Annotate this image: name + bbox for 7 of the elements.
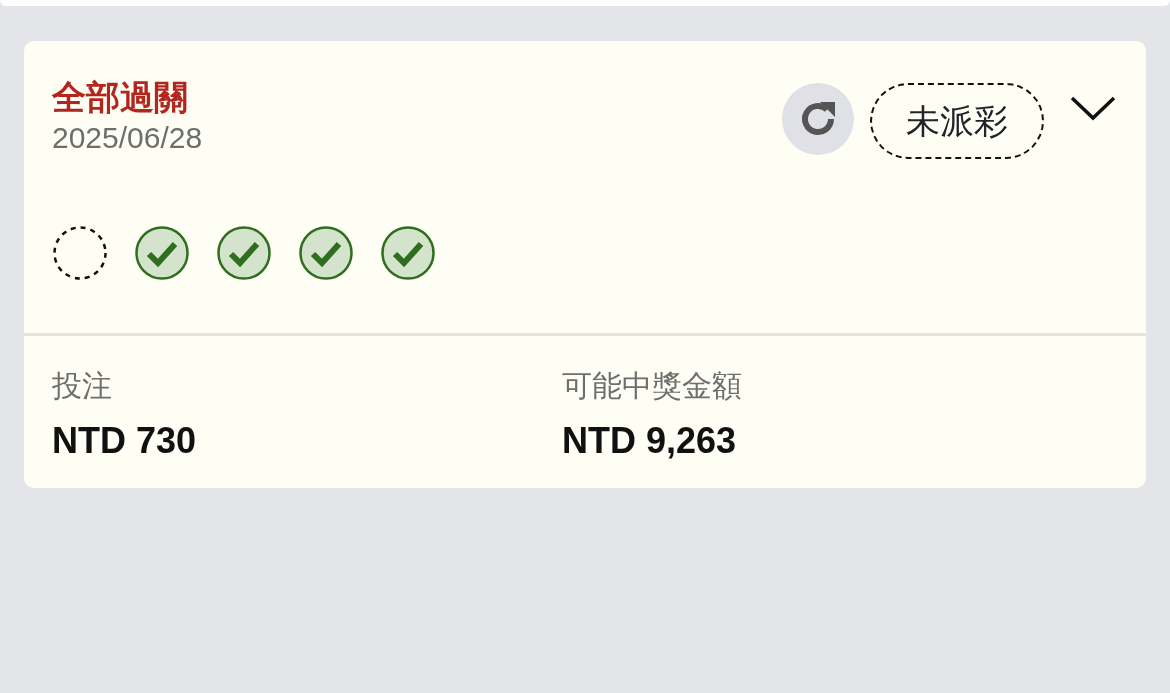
stake-value: NTD 730 bbox=[52, 419, 198, 463]
bet-date: 2025/06/28 bbox=[52, 119, 203, 156]
stake-label: 投注 bbox=[52, 368, 113, 404]
payout-label: 可能中獎金額 bbox=[562, 368, 742, 404]
bet-type: 全部過關 bbox=[52, 77, 189, 118]
status-badge: 未派彩 bbox=[870, 83, 1044, 159]
payout-value: NTD 9,263 bbox=[562, 419, 738, 463]
